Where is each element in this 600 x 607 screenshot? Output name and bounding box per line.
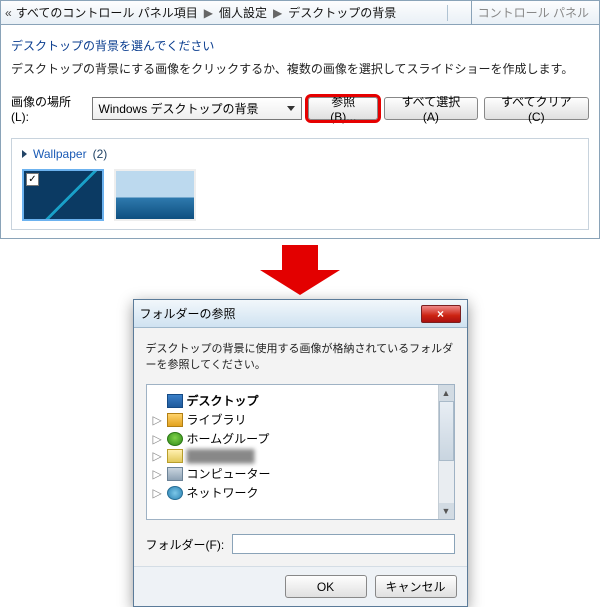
scroll-down[interactable]: ▼ bbox=[439, 503, 454, 519]
location-select[interactable]: Windows デスクトップの背景 bbox=[92, 97, 303, 120]
network-icon bbox=[167, 486, 183, 500]
scroll-thumb[interactable] bbox=[439, 401, 454, 461]
browse-button[interactable]: 参照(B)... bbox=[308, 97, 378, 120]
close-button[interactable]: × bbox=[421, 305, 461, 323]
tree-item-network[interactable]: ▷ネットワーク bbox=[147, 483, 454, 502]
browse-folder-dialog: フォルダーの参照 × デスクトップの背景に使用する画像が格納されているフォルダー… bbox=[133, 299, 468, 607]
crumb-sep: ▶ bbox=[202, 6, 215, 20]
expand-icon bbox=[22, 150, 27, 158]
tree-item-user[interactable]: ▷████████ bbox=[147, 448, 454, 464]
group-header[interactable]: Wallpaper (2) bbox=[22, 147, 578, 161]
group-count: (2) bbox=[93, 147, 108, 161]
location-label: 画像の場所(L): bbox=[11, 93, 86, 124]
ok-button[interactable]: OK bbox=[285, 575, 367, 598]
breadcrumb-bar[interactable]: « すべてのコントロール パネル項目 ▶ 個人設定 ▶ デスクトップの背景 コン… bbox=[1, 1, 599, 25]
dialog-message: デスクトップの背景に使用する画像が格納されているフォルダーを参照してください。 bbox=[146, 340, 455, 372]
wallpaper-thumb-1[interactable]: ✓ bbox=[22, 169, 104, 221]
crumb-1[interactable]: 個人設定 bbox=[219, 4, 267, 21]
group-name[interactable]: Wallpaper bbox=[33, 147, 87, 161]
scrollbar[interactable]: ▲ ▼ bbox=[438, 385, 454, 519]
scroll-up[interactable]: ▲ bbox=[439, 385, 454, 401]
homegroup-icon bbox=[167, 432, 183, 446]
back-chevron[interactable]: « bbox=[5, 6, 12, 20]
tree-item-desktop[interactable]: デスクトップ bbox=[147, 391, 454, 410]
crumb-0[interactable]: すべてのコントロール パネル項目 bbox=[16, 4, 198, 21]
wallpaper-gallery: Wallpaper (2) ✓ bbox=[11, 138, 589, 230]
search-box[interactable]: コントロール パネル bbox=[471, 1, 595, 24]
folder-tree[interactable]: デスクトップ ▷ライブラリ ▷ホームグループ ▷████████ ▷コンピュータ… bbox=[146, 384, 455, 520]
page-desc: デスクトップの背景にする画像をクリックするか、複数の画像を選択してスライドショー… bbox=[11, 60, 589, 77]
thumb-checkbox[interactable]: ✓ bbox=[26, 173, 39, 186]
cancel-button[interactable]: キャンセル bbox=[375, 575, 457, 598]
select-all-button[interactable]: すべて選択(A) bbox=[384, 97, 477, 120]
thumb-image bbox=[116, 171, 194, 219]
folder-label: フォルダー(F): bbox=[146, 536, 225, 553]
clear-all-button[interactable]: すべてクリア(C) bbox=[484, 97, 589, 120]
page-title: デスクトップの背景を選んでください bbox=[11, 37, 589, 54]
dialog-title: フォルダーの参照 bbox=[140, 305, 236, 322]
folder-input[interactable] bbox=[232, 534, 454, 554]
user-folder-icon bbox=[167, 449, 183, 463]
tutorial-arrow-icon bbox=[260, 245, 340, 295]
computer-icon bbox=[167, 467, 183, 481]
library-icon bbox=[167, 413, 183, 427]
refresh-icon[interactable] bbox=[447, 5, 467, 21]
crumb-sep: ▶ bbox=[271, 6, 284, 20]
tree-item-homegroup[interactable]: ▷ホームグループ bbox=[147, 429, 454, 448]
tree-item-computer[interactable]: ▷コンピューター bbox=[147, 464, 454, 483]
tree-item-libraries[interactable]: ▷ライブラリ bbox=[147, 410, 454, 429]
dropdown-icon bbox=[287, 106, 295, 111]
location-value: Windows デスクトップの背景 bbox=[99, 100, 259, 117]
desktop-icon bbox=[167, 394, 183, 408]
crumb-2[interactable]: デスクトップの背景 bbox=[288, 4, 396, 21]
wallpaper-thumb-2[interactable] bbox=[114, 169, 196, 221]
